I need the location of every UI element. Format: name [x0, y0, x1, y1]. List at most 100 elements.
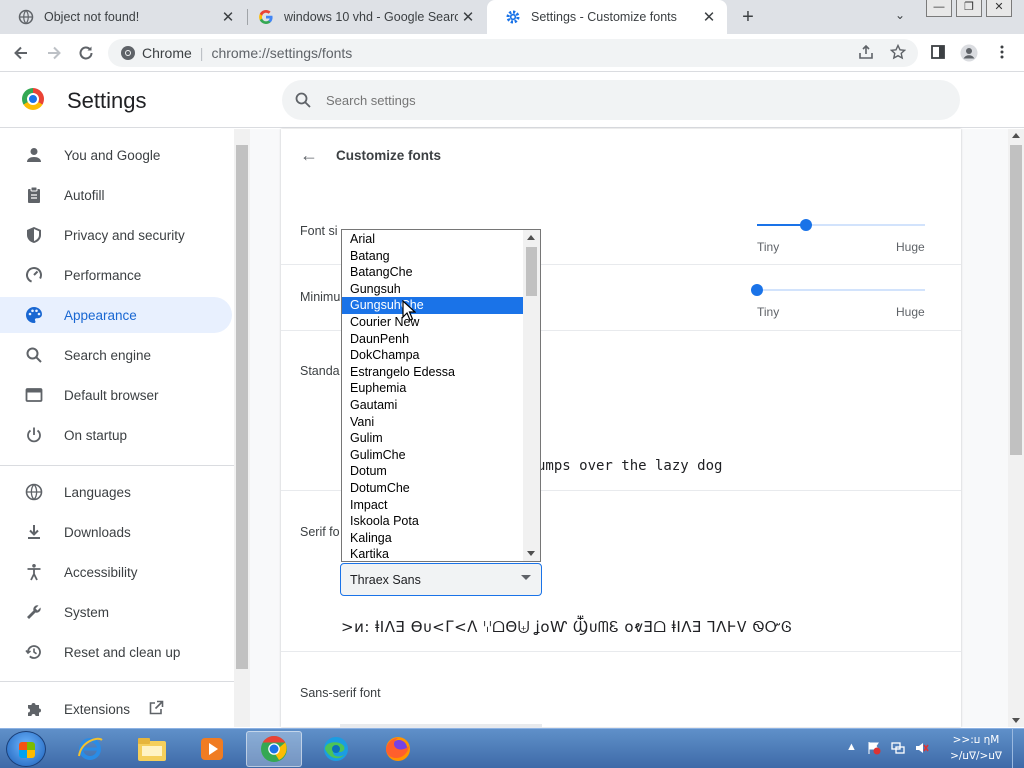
sidebar-item-downloads[interactable]: Downloads [0, 514, 232, 550]
tab-settings-customize-fonts[interactable]: Settings - Customize fonts ✕ [487, 0, 727, 34]
sidebar-item-default-browser[interactable]: Default browser [0, 377, 232, 413]
sans-serif-font-label: Sans-serif font [300, 686, 381, 700]
firefox-icon[interactable] [370, 731, 426, 767]
serif-font-dropdown-list[interactable]: Arial Batang BatangChe Gungsuh GungsuhChe Cou… [341, 229, 541, 562]
tab-object-not-found[interactable]: Object not found! ✕ [0, 0, 246, 34]
scroll-up-arrow-icon[interactable] [527, 235, 535, 240]
settings-search-bar[interactable] [282, 80, 960, 120]
network-icon[interactable] [891, 741, 905, 758]
minimum-font-size-slider-knob[interactable] [751, 284, 763, 296]
sidebar-item-privacy-and-security[interactable]: Privacy and security [0, 217, 232, 253]
sidebar-item-extensions[interactable]: Extensions [0, 691, 232, 727]
more-menu-icon[interactable] [993, 44, 1011, 62]
font-option[interactable]: DotumChe [342, 480, 524, 497]
show-desktop-button[interactable] [1012, 729, 1024, 768]
sidebar-item-label: Reset and clean up [64, 644, 181, 660]
address-url[interactable]: chrome://settings/fonts [211, 45, 352, 61]
share-icon[interactable] [857, 44, 875, 62]
tab-strip: Object not found! ✕ windows 10 vhd - Goo… [0, 0, 1024, 34]
sidebar-item-on-startup[interactable]: On startup [0, 417, 232, 453]
font-option[interactable]: DaunPenh [342, 331, 524, 348]
font-size-huge-label: Huge [896, 240, 925, 254]
forward-button[interactable] [43, 42, 65, 64]
back-arrow-button[interactable]: ← [300, 146, 318, 164]
back-button[interactable] [10, 42, 32, 64]
font-option[interactable]: Iskoola Pota [342, 513, 524, 530]
sidebar-item-accessibility[interactable]: Accessibility [0, 554, 232, 590]
internet-explorer-icon[interactable] [62, 731, 118, 767]
sidebar-item-you-and-google[interactable]: You and Google [0, 137, 232, 173]
close-tab-icon[interactable]: ✕ [458, 8, 478, 26]
window-controls: — ❐ ✕ [926, 0, 1012, 17]
minimum-font-size-slider[interactable] [751, 284, 925, 296]
dropdown-scrollbar-thumb[interactable] [526, 247, 537, 296]
palette-icon [24, 305, 44, 325]
sidebar-item-reset-and-clean-up[interactable]: Reset and clean up [0, 634, 232, 670]
font-option[interactable]: Vani [342, 414, 524, 431]
tab-google-search[interactable]: windows 10 vhd - Google Search ✕ [240, 0, 486, 34]
font-option[interactable]: Arial [342, 231, 524, 248]
standard-font-sample: umps over the lazy dog [537, 458, 723, 474]
power-icon [24, 425, 44, 445]
action-center-flag-icon[interactable] [867, 741, 881, 758]
sidebar-item-label: Default browser [64, 387, 159, 403]
close-tab-icon[interactable]: ✕ [218, 8, 238, 26]
close-tab-icon[interactable]: ✕ [699, 8, 719, 26]
file-explorer-icon[interactable] [124, 731, 180, 767]
serif-font-select[interactable]: Thraex Sans [340, 563, 542, 596]
font-option[interactable]: Dotum [342, 463, 524, 480]
gear-icon [505, 9, 521, 25]
new-tab-button[interactable]: + [736, 5, 760, 29]
font-option[interactable]: Gautami [342, 397, 524, 414]
font-option[interactable]: GungsuhChe [342, 297, 524, 314]
font-option[interactable]: Batang [342, 248, 524, 265]
font-option[interactable]: Euphemia [342, 380, 524, 397]
address-bar[interactable]: Chrome | chrome://settings/fonts [108, 39, 918, 67]
sidebar-scrollbar-thumb[interactable] [236, 145, 248, 669]
font-option[interactable]: DokChampa [342, 347, 524, 364]
taskbar-clock[interactable]: >>:ⳙ ηM >/ⳙ∇/>ⳙ∇ [946, 732, 1006, 764]
show-hidden-icons-arrow-icon[interactable]: ▲ [846, 741, 857, 758]
close-window-button[interactable]: ✕ [986, 0, 1012, 17]
scroll-up-arrow-icon[interactable] [1012, 133, 1020, 138]
font-option[interactable]: BatangChe [342, 264, 524, 281]
sidebar-item-autofill[interactable]: Autofill [0, 177, 232, 213]
settings-search-input[interactable] [326, 92, 826, 108]
sidebar-item-system[interactable]: System [0, 594, 232, 630]
settings-sidebar: You and Google Autofill Privacy and secu… [0, 129, 234, 727]
font-option[interactable]: Kartika [342, 546, 524, 561]
profile-avatar-icon[interactable] [960, 44, 978, 62]
side-panel-icon[interactable] [929, 44, 947, 62]
sidebar-scrollbar[interactable] [234, 129, 250, 727]
minimize-button[interactable]: — [926, 0, 952, 17]
sidebar-item-performance[interactable]: Performance [0, 257, 232, 293]
font-size-slider-knob[interactable] [799, 219, 812, 231]
font-size-slider[interactable] [757, 219, 925, 231]
edge-icon[interactable] [308, 731, 364, 767]
reload-button[interactable] [75, 42, 97, 64]
tab-search-chevron-icon[interactable]: ⌄ [895, 8, 905, 22]
font-option[interactable]: Gulim [342, 430, 524, 447]
volume-muted-icon[interactable] [915, 741, 929, 758]
chrome-icon[interactable] [246, 731, 302, 767]
sidebar-item-search-engine[interactable]: Search engine [0, 337, 232, 373]
font-option[interactable]: GulimChe [342, 447, 524, 464]
sidebar-item-languages[interactable]: Languages [0, 474, 232, 510]
font-option[interactable]: Kalinga [342, 530, 524, 547]
dropdown-scrollbar[interactable] [523, 230, 540, 561]
download-icon [24, 522, 44, 542]
font-option[interactable]: Estrangelo Edessa [342, 364, 524, 381]
tab-title: Object not found! [44, 10, 140, 24]
sidebar-item-appearance[interactable]: Appearance [0, 297, 232, 333]
font-option[interactable]: Gungsuh [342, 281, 524, 298]
font-option[interactable]: Impact [342, 497, 524, 514]
page-scrollbar[interactable] [1008, 129, 1024, 727]
font-option[interactable]: Courier New [342, 314, 524, 331]
scroll-down-arrow-icon[interactable] [527, 551, 535, 556]
start-button[interactable] [6, 731, 46, 767]
restore-button[interactable]: ❐ [956, 0, 982, 17]
media-player-icon[interactable] [184, 731, 240, 767]
scroll-down-arrow-icon[interactable] [1012, 718, 1020, 723]
page-scrollbar-thumb[interactable] [1010, 145, 1022, 455]
bookmark-star-icon[interactable] [889, 43, 907, 62]
